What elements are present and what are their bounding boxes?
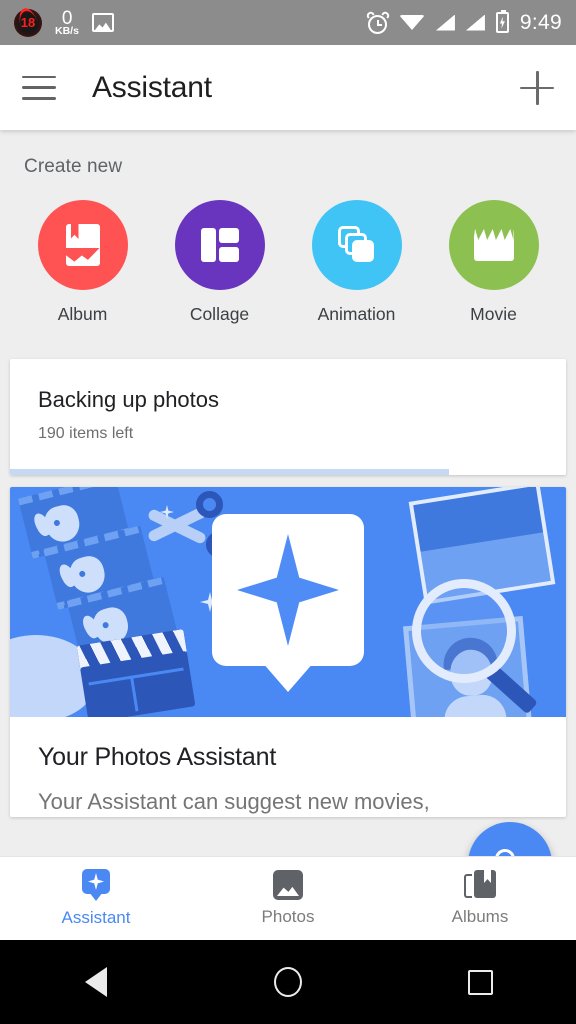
clapperboard-icon bbox=[76, 629, 196, 717]
status-bar-right: 9:49 bbox=[365, 9, 562, 35]
promo-text-block: Your Photos Assistant Your Assistant can… bbox=[10, 717, 566, 817]
collage-icon bbox=[174, 200, 265, 290]
photo-icon bbox=[91, 13, 114, 32]
assistant-promo-card[interactable]: Your Photos Assistant Your Assistant can… bbox=[10, 487, 566, 817]
movie-icon bbox=[448, 200, 539, 290]
nav-item-label: Albums bbox=[451, 907, 509, 926]
promo-title: Your Photos Assistant bbox=[38, 743, 277, 771]
nav-item-photos[interactable]: Photos bbox=[192, 870, 384, 927]
plus-icon[interactable] bbox=[520, 70, 554, 105]
create-item-label: Movie bbox=[470, 304, 517, 324]
app-bar: Assistant bbox=[0, 45, 576, 130]
nav-item-assistant[interactable]: Assistant bbox=[0, 869, 192, 928]
home-button[interactable] bbox=[192, 967, 384, 997]
bottom-navigation: Assistant Photos Albums bbox=[0, 856, 576, 940]
assistant-icon bbox=[81, 869, 111, 901]
nav-item-label: Assistant bbox=[61, 908, 131, 927]
network-speed-indicator: 0 KB/s bbox=[55, 9, 79, 37]
status-bar-left: 18 0 KB/s bbox=[14, 8, 368, 37]
network-speed-unit: KB/s bbox=[55, 24, 79, 37]
create-new-row: Album Collage Animation Movie bbox=[0, 200, 576, 325]
albums-icon bbox=[464, 870, 496, 900]
create-item-label: Animation bbox=[317, 304, 396, 324]
system-navigation-bar bbox=[0, 940, 576, 1024]
hamburger-menu-icon[interactable] bbox=[22, 75, 56, 100]
wifi-icon bbox=[398, 15, 425, 30]
promo-description: Your Assistant can suggest new movies, bbox=[38, 789, 430, 814]
notification-count-badge: 18 bbox=[14, 8, 42, 37]
create-new-label: Create new bbox=[24, 156, 123, 177]
animation-icon bbox=[311, 200, 402, 290]
signal-icon-sim1 bbox=[435, 14, 455, 31]
backup-progress-fill bbox=[10, 469, 450, 475]
back-button[interactable] bbox=[0, 967, 192, 997]
backup-card-subtitle: 190 items left bbox=[38, 425, 134, 442]
create-item-collage[interactable]: Collage bbox=[151, 200, 288, 325]
signal-icon-sim2 bbox=[465, 14, 485, 31]
recents-button[interactable] bbox=[384, 969, 576, 995]
nav-item-albums[interactable]: Albums bbox=[384, 870, 576, 927]
clock-time: 9:49 bbox=[519, 10, 562, 34]
create-item-movie[interactable]: Movie bbox=[425, 200, 562, 325]
recents-square-icon bbox=[467, 969, 493, 995]
assistant-sparkle-bubble-icon bbox=[212, 514, 364, 666]
battery-charging-icon bbox=[495, 10, 509, 33]
scroll-content: Create new Album Collage Animation Movie… bbox=[0, 130, 576, 940]
backup-card-title: Backing up photos bbox=[38, 387, 220, 412]
create-item-label: Collage bbox=[189, 304, 250, 324]
alarm-icon bbox=[365, 9, 391, 34]
create-item-animation[interactable]: Animation bbox=[288, 200, 425, 325]
home-circle-icon bbox=[274, 967, 302, 997]
create-item-album[interactable]: Album bbox=[14, 200, 151, 325]
create-item-label: Album bbox=[57, 304, 108, 324]
backup-progress-bar bbox=[10, 469, 566, 475]
assistant-banner-illustration bbox=[10, 487, 566, 717]
backup-card[interactable]: Backing up photos 190 items left bbox=[10, 359, 566, 475]
magnifier-icon bbox=[412, 579, 538, 715]
album-icon bbox=[37, 200, 128, 290]
status-bar: 18 0 KB/s 9:49 bbox=[0, 0, 576, 45]
page-title: Assistant bbox=[92, 70, 212, 104]
back-triangle-icon bbox=[85, 967, 107, 997]
photos-icon bbox=[273, 870, 303, 900]
nav-item-label: Photos bbox=[261, 907, 315, 926]
